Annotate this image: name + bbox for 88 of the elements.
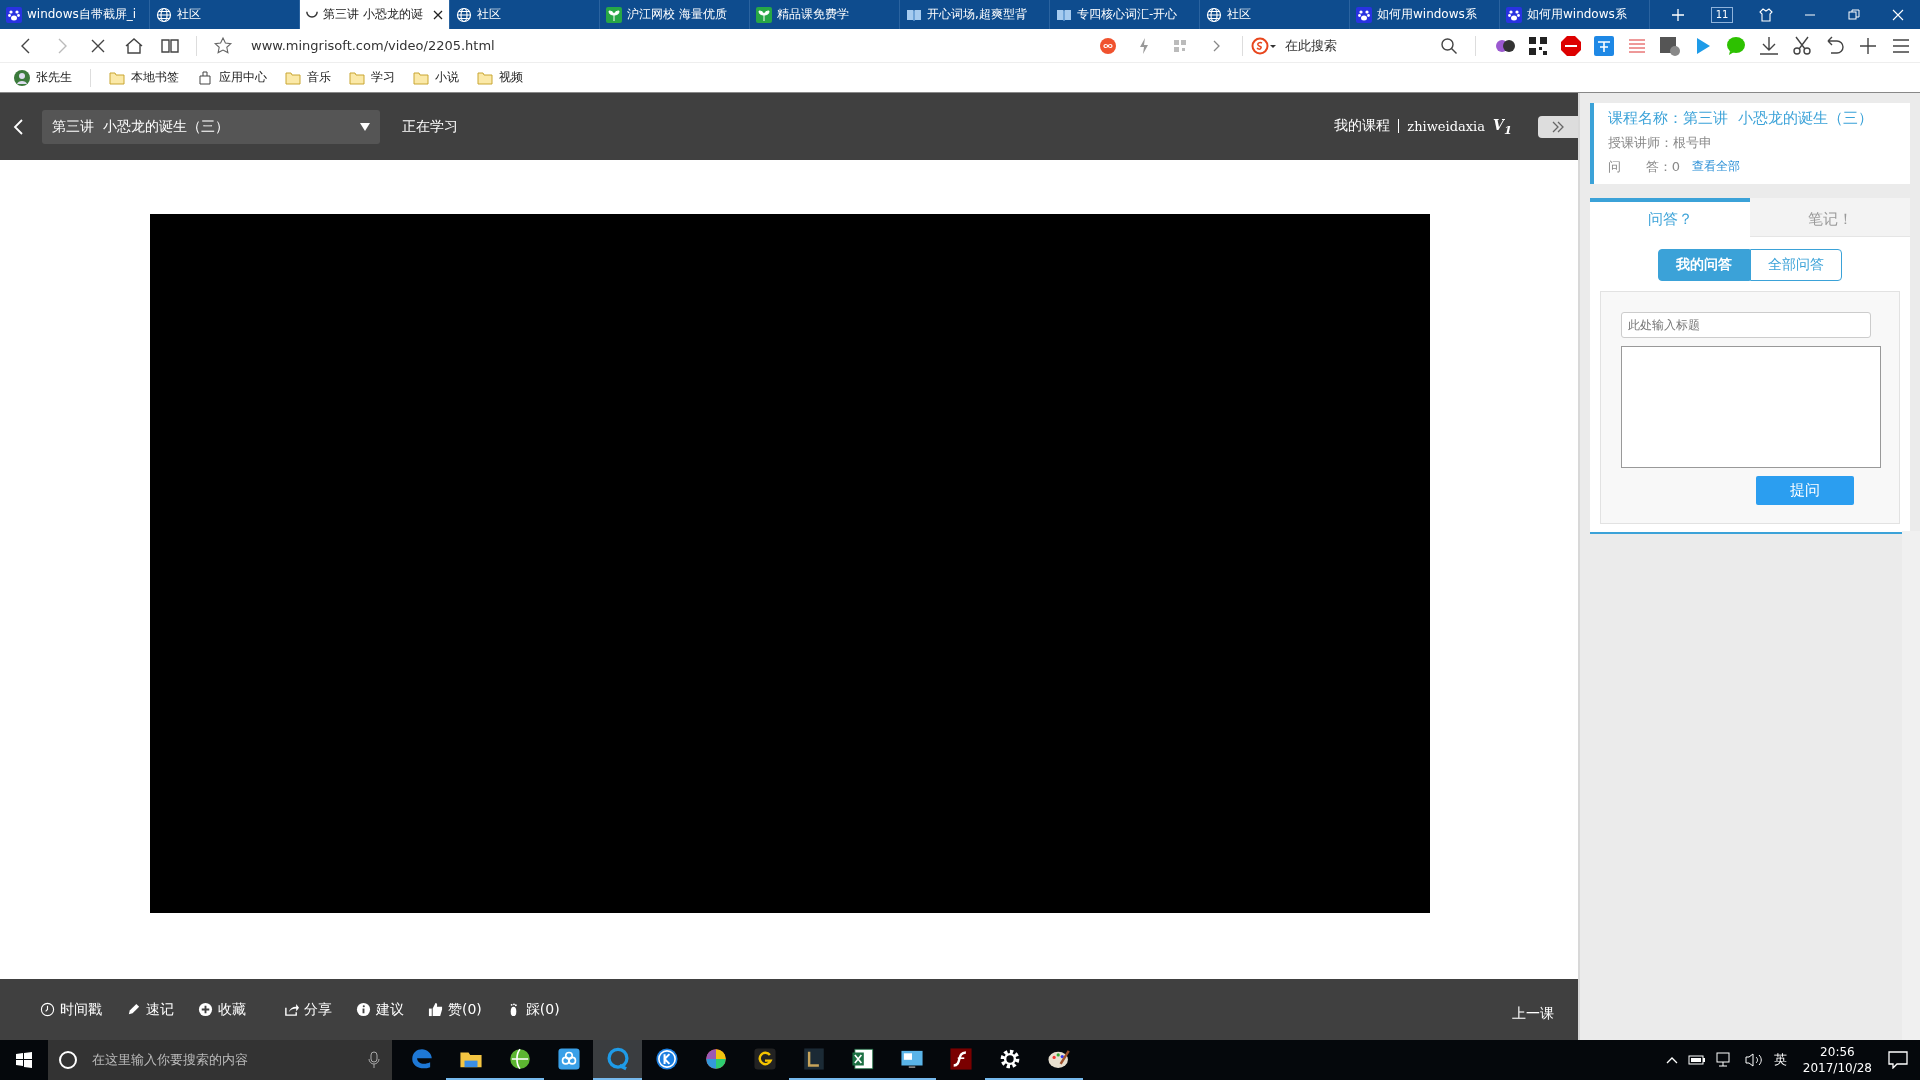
browser-icon[interactable] [604,1046,631,1072]
double-chevron-icon [1551,120,1565,133]
search-icon[interactable] [1439,35,1459,56]
question-field[interactable] [1621,346,1881,468]
plus-circle-icon [198,1002,213,1017]
download-icon[interactable] [1758,34,1780,57]
bookmark[interactable]: 张先生 [14,69,72,86]
action-button[interactable]: 踩(0) [505,1000,560,1019]
pencil-icon [126,1002,141,1017]
volume-icon[interactable] [1743,1052,1764,1068]
action-button[interactable]: 速记 [126,1000,174,1019]
folder-icon [285,70,301,85]
bookmark[interactable]: 学习 [349,69,395,86]
k-logo-icon[interactable] [653,1046,680,1072]
folder-icon [109,70,125,85]
tab-count[interactable]: 11 [1710,6,1734,23]
action-button[interactable]: 分享 [284,1000,332,1019]
qa-count: 问 答：0 [1608,158,1681,176]
lesson-select[interactable]: 第三讲 小恐龙的诞生（三） [42,109,380,144]
thumbs-up-icon [428,1002,443,1017]
avatar-icon [14,69,30,86]
paw-icon [1506,6,1522,23]
battery-icon[interactable] [1687,1055,1706,1065]
flash-logo-icon[interactable] [947,1046,974,1072]
bookmark[interactable]: 本地书签 [109,69,179,86]
close-icon[interactable] [433,9,443,20]
restore-icon[interactable] [1847,7,1861,22]
g-logo-icon[interactable] [751,1046,778,1072]
bookmark[interactable]: 视频 [477,69,523,86]
vip-level-text: V$_{1}$ [1493,116,1512,137]
question-badge-icon[interactable] [1659,34,1681,57]
taskbar-search-field[interactable]: 在这里输入你要搜索的内容 [48,1040,392,1080]
globe-icon [156,6,172,23]
bookmark[interactable]: 音乐 [285,69,331,86]
dropdown-icon [360,122,370,131]
bookmark[interactable]: 应用中心 [197,69,267,86]
browser-tab[interactable]: 第三讲 小恐龙的诞 [300,0,450,29]
notification-icon[interactable] [1888,1051,1908,1069]
username-link[interactable]: zhiweidaxia [1407,119,1485,134]
folder-icon [413,70,429,85]
infinity-icon[interactable] [1098,35,1118,56]
status-text: 正在学习 [402,117,458,136]
my-courses-link[interactable]: 我的课程 [1334,117,1391,136]
action-button[interactable]: 收藏 [198,1000,246,1019]
shirt-icon[interactable] [1759,7,1773,22]
back-icon[interactable] [12,117,24,136]
globe-icon [456,6,472,23]
windows-logo-icon[interactable] [16,1052,32,1068]
input-language[interactable]: 英 [1773,1051,1787,1069]
share-icon [284,1002,299,1017]
sprout-icon [756,6,772,23]
folder-icon [349,70,365,85]
info-icon [356,1002,371,1017]
sprout-icon [606,6,622,23]
microphone-icon [368,1051,380,1069]
search-engine-icon [1251,35,1277,56]
clock-icon [40,1002,55,1017]
folder-icon [477,70,493,85]
qr-code-icon[interactable] [1527,34,1549,57]
action-button[interactable]: 赞(0) [428,1000,482,1019]
home-icon[interactable] [124,35,144,56]
globe-icon [1206,6,1222,23]
loading-icon [306,11,318,18]
previous-lesson-link[interactable]: 上一课 [1512,996,1554,1023]
chevron-up-icon[interactable] [1665,1056,1678,1064]
paw-icon [1356,6,1372,23]
view-all-link[interactable]: 查看全部 [1692,158,1741,176]
adblock-icon[interactable] [1560,34,1582,57]
address-field[interactable]: www.mingrisoft.com/video/2205.html [241,38,1090,53]
paw-icon [6,6,22,23]
bookmark[interactable]: 小说 [413,69,459,86]
app-icon [197,69,213,86]
circle-icon [58,1050,78,1070]
new-tab-icon[interactable] [1671,7,1685,22]
title-field[interactable]: 此处输入标题 [1621,312,1871,338]
scrollbar[interactable] [1902,531,1920,1040]
search-field[interactable]: 在此搜索 [1251,35,1431,56]
spreadsheet-icon[interactable] [849,1046,876,1072]
action-button[interactable]: 建议 [356,1000,404,1019]
translate-icon[interactable] [1593,34,1615,57]
cloud-icon[interactable] [555,1046,582,1072]
expand-button[interactable] [1538,115,1578,138]
action-button[interactable]: 时间戳 [40,1000,102,1019]
star-icon[interactable] [213,35,233,56]
teacher-text: 授课讲师：根号申 [1608,134,1713,152]
clock[interactable]: 20:56 2017/10/28 [1802,1044,1872,1076]
scissors-icon[interactable] [1791,34,1813,57]
course-name: 课程名称：第三讲 小恐龙的诞生（三） [1608,109,1874,128]
